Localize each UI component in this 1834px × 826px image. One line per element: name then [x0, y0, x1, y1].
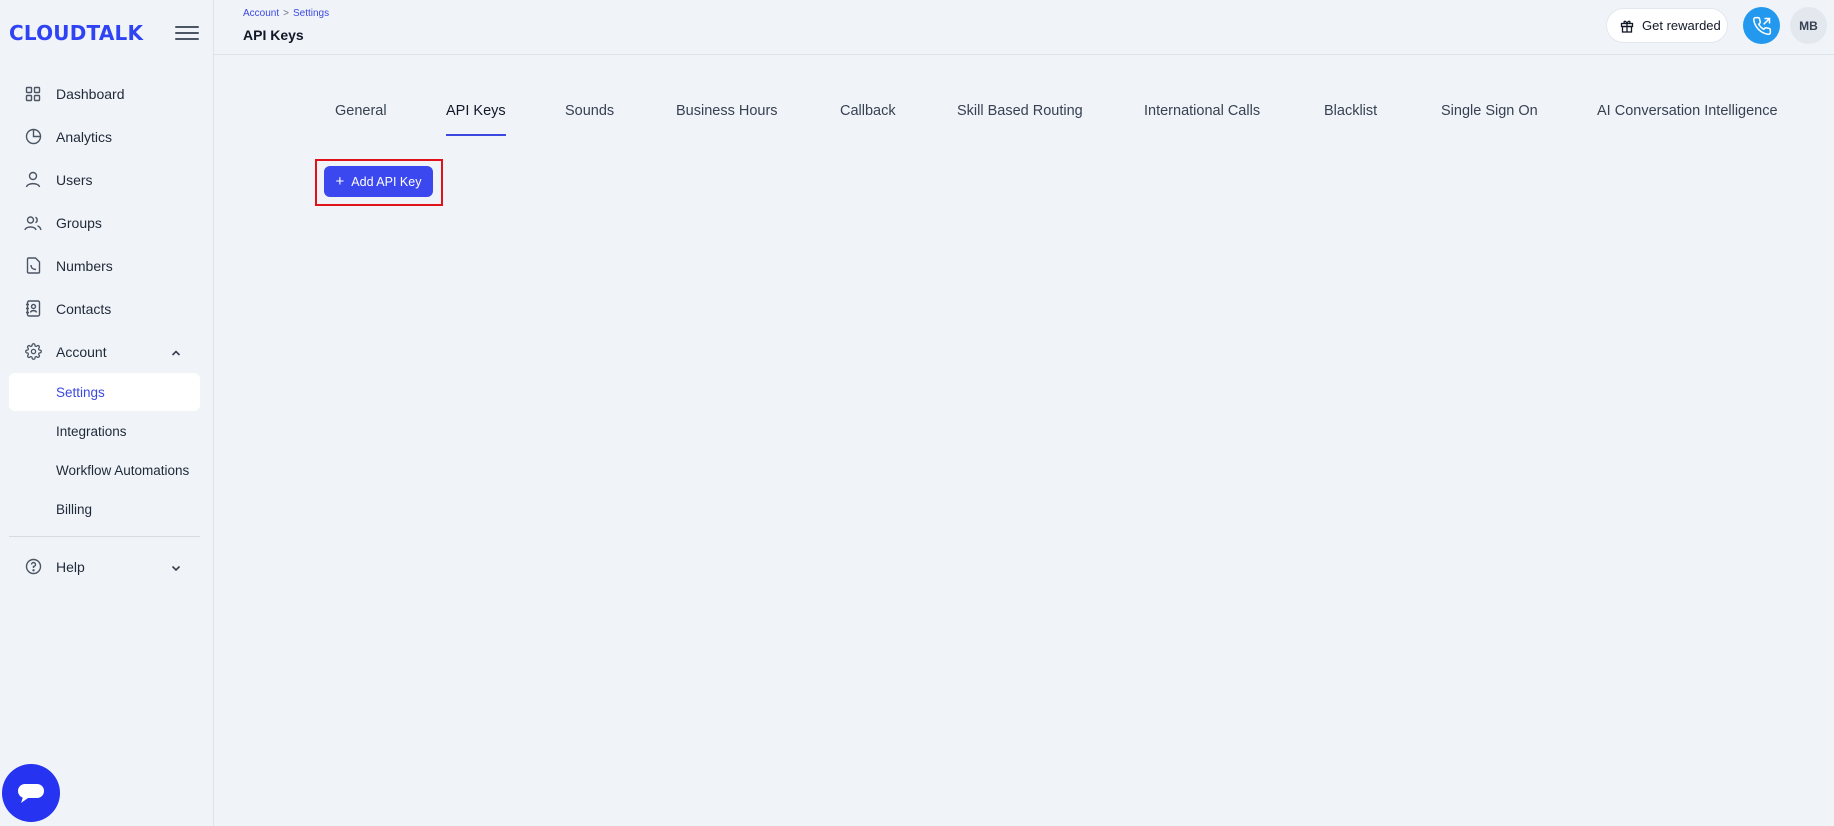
sidebar-item-label: Contacts [56, 300, 112, 317]
plus-icon: + [335, 173, 345, 190]
sidebar-item-label: Account [56, 343, 107, 360]
sidebar-item-label: Numbers [56, 257, 113, 274]
sidebar-item-label: Users [56, 171, 93, 188]
sidebar-subitem-workflow-automations[interactable]: Workflow Automations [9, 451, 200, 489]
sidebar-item-dashboard[interactable]: Dashboard [0, 72, 214, 115]
sidebar-subitem-settings[interactable]: Settings [9, 373, 200, 411]
add-api-key-button[interactable]: + Add API Key [324, 166, 433, 197]
sidebar-item-label: Analytics [56, 128, 113, 145]
user-icon [24, 171, 42, 189]
breadcrumb: Account > Settings [243, 8, 329, 19]
chat-widget-button[interactable] [2, 764, 60, 822]
sidebar-item-groups[interactable]: Groups [0, 201, 214, 244]
sidebar-header: CLOUDTALK [0, 0, 213, 66]
sidebar-item-users[interactable]: Users [0, 158, 214, 201]
phone-call-icon [1752, 16, 1771, 35]
chevron-up-icon[interactable] [170, 346, 182, 358]
sidebar-item-label: Help [56, 558, 85, 575]
menu-toggle-icon[interactable] [175, 21, 199, 45]
get-rewarded-label: Get rewarded [1642, 18, 1721, 33]
tab-sounds[interactable]: Sounds [565, 96, 614, 136]
gear-icon [24, 343, 42, 361]
sidebar-item-help[interactable]: Help [0, 545, 214, 588]
tab-single-sign-on[interactable]: Single Sign On [1441, 96, 1538, 136]
tab-international-calls[interactable]: International Calls [1144, 96, 1260, 136]
contact-book-icon [24, 300, 42, 318]
tab-business-hours[interactable]: Business Hours [676, 96, 778, 136]
page-title: API Keys [243, 27, 304, 43]
breadcrumb-separator: > [283, 8, 289, 19]
tab-blacklist[interactable]: Blacklist [1324, 96, 1377, 136]
sidebar-item-numbers[interactable]: Numbers [0, 244, 214, 287]
sidebar-item-analytics[interactable]: Analytics [0, 115, 214, 158]
tab-ai-conversation-intelligence[interactable]: AI Conversation Intelligence [1597, 96, 1778, 136]
sidebar-divider [9, 536, 200, 537]
breadcrumb-settings-link[interactable]: Settings [293, 8, 329, 19]
sidebar: CLOUDTALK Dashboard Analytics Users Grou… [0, 0, 214, 826]
breadcrumb-account-link[interactable]: Account [243, 8, 279, 19]
chevron-down-icon[interactable] [170, 561, 182, 573]
gift-icon [1620, 20, 1634, 33]
help-circle-icon [24, 558, 42, 576]
tab-api-keys[interactable]: API Keys [446, 96, 506, 136]
sidebar-item-label: Groups [56, 214, 102, 231]
sidebar-item-label: Dashboard [56, 85, 125, 102]
get-rewarded-button[interactable]: Get rewarded [1606, 8, 1728, 43]
tab-general[interactable]: General [335, 96, 387, 136]
grid-icon [24, 85, 42, 103]
users-icon [24, 214, 42, 232]
sidebar-nav: Dashboard Analytics Users Groups Numbers… [0, 72, 214, 588]
tab-callback[interactable]: Callback [840, 96, 896, 136]
chat-icon [18, 784, 44, 803]
sidebar-item-account[interactable]: Account [0, 330, 214, 373]
brand-logo[interactable]: CLOUDTALK [9, 21, 143, 45]
dialer-button[interactable] [1743, 7, 1780, 44]
sidebar-subitem-billing[interactable]: Billing [9, 490, 200, 528]
tab-skill-based-routing[interactable]: Skill Based Routing [957, 96, 1083, 136]
pie-chart-icon [24, 128, 42, 146]
phone-document-icon [24, 257, 42, 275]
user-avatar[interactable]: MB [1790, 7, 1827, 44]
app-root: CLOUDTALK Dashboard Analytics Users Grou… [0, 0, 1834, 826]
sidebar-subitem-integrations[interactable]: Integrations [9, 412, 200, 450]
settings-tabs: General API Keys Sounds Business Hours C… [214, 96, 1834, 136]
sidebar-item-contacts[interactable]: Contacts [0, 287, 214, 330]
add-api-key-label: Add API Key [351, 174, 422, 189]
top-header: Account > Settings API Keys Get rewarded M… [214, 0, 1834, 55]
